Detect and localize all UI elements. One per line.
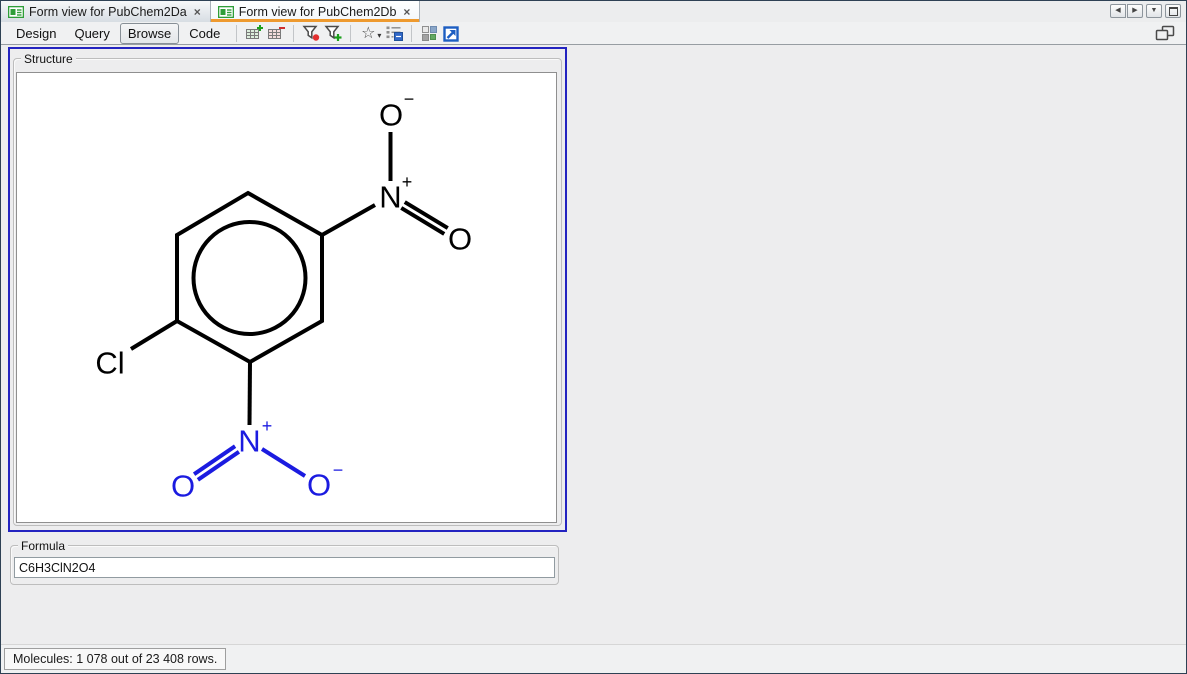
formula-input[interactable] (14, 557, 555, 578)
svg-text:Cl: Cl (95, 346, 124, 381)
design-mode-button[interactable]: Design (8, 23, 64, 44)
maximize-icon (1169, 7, 1178, 16)
form-browse-area: Structure O−N+OClN+OO− Formula (1, 46, 1186, 645)
scroll-tabs-right-button[interactable]: ▶ (1127, 4, 1143, 18)
browse-mode-button[interactable]: Browse (120, 23, 179, 44)
svg-text:+: + (402, 172, 413, 192)
form-toolbar: Design Query Browse Code (1, 22, 1186, 45)
tab-close-icon[interactable]: × (401, 6, 412, 18)
scroll-tabs-left-button[interactable]: ◀ (1110, 4, 1126, 18)
svg-text:O: O (171, 469, 195, 504)
tab-bar: Form view for PubChem2Da × Form view for… (1, 1, 1186, 23)
favorites-caret-icon[interactable]: ▾ (377, 31, 381, 40)
add-field-icon[interactable] (244, 24, 264, 43)
structure-field-label: Structure (21, 52, 76, 66)
formula-field-label: Formula (18, 539, 68, 553)
tab-list-dropdown-button[interactable]: ▼ (1146, 4, 1162, 18)
query-mode-button[interactable]: Query (66, 23, 117, 44)
tab-controls: ◀ ▶ ▼ (1110, 1, 1186, 22)
tab-label: Form view for PubChem2Da (29, 5, 187, 19)
tab-form-view-pubchem2da[interactable]: Form view for PubChem2Da × (1, 1, 211, 22)
open-form-window-icon[interactable] (441, 24, 461, 43)
maximize-view-button[interactable] (1165, 4, 1181, 18)
filter-add-icon[interactable] (323, 24, 343, 43)
svg-text:N: N (238, 424, 260, 459)
code-mode-button[interactable]: Code (181, 23, 228, 44)
svg-text:O: O (307, 468, 331, 503)
toolbar-separator (293, 25, 294, 42)
svg-text:N: N (379, 180, 401, 215)
toolbar-separator (411, 25, 412, 42)
form-view-icon (8, 6, 24, 18)
svg-text:O: O (448, 222, 472, 257)
molecule-count-status: Molecules: 1 078 out of 23 408 rows. (4, 648, 226, 670)
structure-field-panel-selected[interactable]: Structure O−N+OClN+OO− (8, 47, 567, 532)
form-view-icon (218, 6, 234, 18)
svg-text:O: O (379, 98, 403, 133)
favorites-star-icon[interactable]: ☆ (358, 24, 378, 43)
toolbar-separator (236, 25, 237, 42)
filter-highlight-icon[interactable] (301, 24, 321, 43)
tab-form-view-pubchem2db[interactable]: Form view for PubChem2Db × (211, 1, 421, 22)
tab-label: Form view for PubChem2Db (239, 5, 397, 19)
detach-window-icon[interactable] (1153, 23, 1177, 43)
form-properties-icon[interactable] (384, 24, 404, 43)
svg-text:−: − (333, 460, 344, 480)
remove-field-icon[interactable] (266, 24, 286, 43)
formula-field-panel: Formula (10, 536, 559, 585)
application-window: Form view for PubChem2Da × Form view for… (0, 0, 1187, 674)
tab-close-icon[interactable]: × (192, 6, 203, 18)
toolbar-separator (350, 25, 351, 42)
molecule-drawing: O−N+OClN+OO− (17, 73, 556, 522)
svg-text:+: + (262, 416, 273, 436)
structure-drawing-canvas[interactable]: O−N+OClN+OO− (16, 72, 557, 523)
form-layout-icon[interactable] (419, 24, 439, 43)
status-bar: Molecules: 1 078 out of 23 408 rows. (1, 644, 1186, 673)
svg-text:−: − (404, 89, 415, 109)
